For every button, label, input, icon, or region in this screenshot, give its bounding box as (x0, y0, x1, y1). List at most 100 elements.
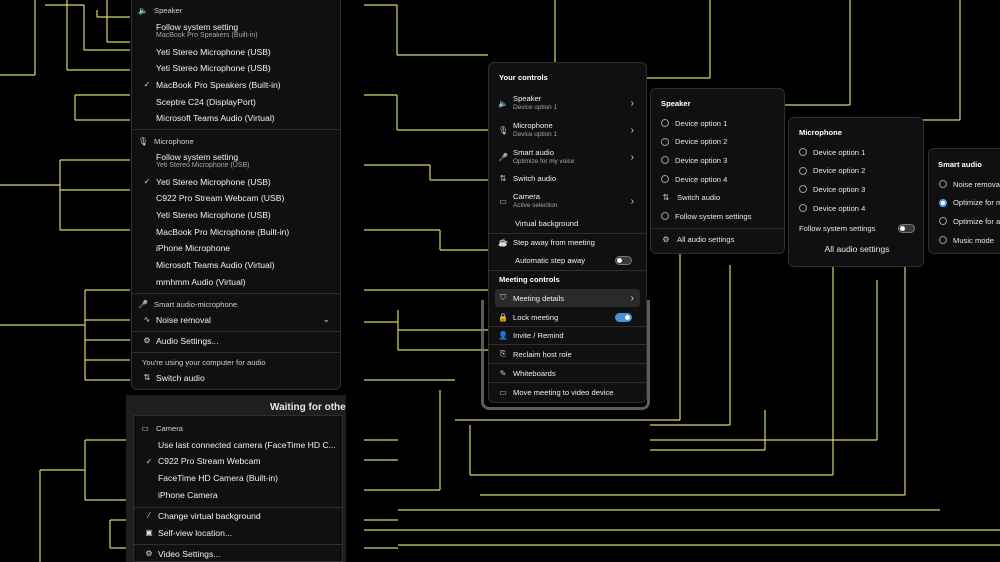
camera-device-item[interactable]: FaceTime HD Camera (Built-in) (134, 469, 342, 486)
chevron-right-icon: › (630, 195, 634, 207)
camera-label: Camera (513, 192, 541, 202)
microphone-section-header: 🎙 Microphone (138, 137, 194, 146)
radio-button (939, 236, 947, 245)
camera-device-item[interactable]: ✓ C922 Pro Stream Webcam (134, 453, 342, 470)
microphone-device-item[interactable]: C922 Pro Stream Webcam (USB) (132, 190, 340, 207)
video-settings-button[interactable]: ⚙ Video Settings... (134, 545, 342, 562)
camera-section-title: Camera (156, 424, 184, 433)
smart-audio-control[interactable]: 🎤 Smart audio Optimize for my voice › (495, 146, 640, 168)
automatic-step-away-row: Automatic step away (495, 251, 640, 269)
your-controls-heading: Your controls (499, 73, 548, 82)
radio-button (799, 204, 807, 213)
speaker-device-item[interactable]: Yeti Stereo Microphone (USB) (132, 60, 340, 77)
waiting-text: Waiting for othe (270, 402, 346, 413)
item-label: MacBook Pro Speakers (Built-in) (156, 79, 281, 90)
microphone-device-item[interactable]: mmhmm Audio (Virtual) (132, 273, 340, 290)
switch-audio-label: Switch audio (156, 372, 205, 383)
radio-button (661, 175, 669, 184)
audio-menu: 🔈 Speaker Follow system setting MacBook … (131, 0, 341, 390)
follow-system-toggle[interactable] (898, 223, 915, 233)
follow-system-option[interactable]: Follow system settings (657, 208, 780, 224)
item-label: mmhmm Audio (Virtual) (156, 276, 246, 287)
option-label: Device option 4 (813, 203, 866, 213)
camera-control[interactable]: ▭ Camera Active selection › (495, 190, 640, 212)
all-audio-settings-link[interactable]: ⚙ All audio settings (657, 231, 780, 247)
chevron-down-icon: ⌄ (322, 314, 330, 324)
speaker-device-item[interactable]: Sceptre C24 (DisplayPort) (132, 93, 340, 110)
camera-icon: ▭ (499, 196, 507, 206)
radio-option[interactable]: Device option 3 (657, 152, 780, 168)
radio-option[interactable]: Optimize for al (935, 213, 1000, 229)
microphone-device-item[interactable]: Yeti Stereo Microphone (USB) (132, 206, 340, 223)
radio-option[interactable]: Music mode (935, 232, 1000, 248)
radio-option[interactable]: Device option 3 (795, 181, 919, 197)
all-audio-settings-link[interactable]: All audio settings (795, 241, 919, 257)
item-label: iPhone Microphone (156, 243, 231, 254)
auto-step-away-toggle[interactable] (615, 255, 632, 265)
computer-audio-note: You're using your computer for audio (142, 358, 266, 367)
noise-removal-dropdown[interactable]: ∿ Noise removal ⌄ (132, 311, 340, 328)
option-label: Optimize for m (953, 198, 1000, 208)
self-view-icon: ▣ (145, 528, 153, 537)
speaker-control[interactable]: 🔈 Speaker Device option 1 › (495, 92, 640, 114)
whiteboards-control[interactable]: ✎ Whiteboards (495, 364, 640, 382)
switch-audio-icon: ⇅ (499, 173, 507, 183)
camera-icon: ▭ (141, 424, 149, 433)
speaker-device-item[interactable]: Microsoft Teams Audio (Virtual) (132, 110, 340, 127)
lock-meeting-row: 🔒 Lock meeting (495, 308, 640, 326)
item-label: C922 Pro Stream Webcam (158, 456, 261, 467)
radio-option[interactable]: Device option 2 (657, 134, 780, 150)
camera-device-item[interactable]: Use last connected camera (FaceTime HD C… (134, 436, 342, 453)
microphone-icon: 🎙 (498, 125, 509, 135)
virtual-background-control[interactable]: Virtual background (495, 214, 640, 232)
speaker-device-item[interactable]: ✓ MacBook Pro Speakers (Built-in) (132, 76, 340, 93)
radio-option[interactable]: Device option 1 (795, 144, 919, 160)
microphone-panel-title: Microphone (799, 128, 843, 137)
switch-audio-label: Switch audio (677, 192, 721, 202)
radio-option[interactable]: Optimize for m (935, 195, 1000, 211)
radio-button (939, 180, 947, 188)
invite-control[interactable]: 👤 Invite / Remind (495, 326, 640, 344)
step-away-control[interactable]: ☕ Step away from meeting (495, 233, 640, 251)
option-label: Device option 1 (813, 147, 866, 157)
checkmark-icon: ✓ (143, 177, 151, 186)
radio-option[interactable]: Device option 4 (795, 200, 919, 216)
camera-device-item[interactable]: iPhone Camera (134, 486, 342, 503)
radio-button (661, 212, 669, 220)
host-icon: ⎘ (499, 349, 507, 358)
radio-option[interactable]: Device option 1 (657, 115, 780, 131)
camera-menu: ▭ Camera Use last connected camera (Face… (133, 415, 343, 562)
meeting-details-control[interactable]: ⛉ Meeting details › (495, 289, 640, 307)
change-virtual-background-button[interactable]: ⁄ Change virtual background (134, 507, 342, 524)
lock-meeting-toggle[interactable] (615, 312, 632, 322)
microphone-device-item[interactable]: ✓ Yeti Stereo Microphone (USB) (132, 173, 340, 190)
switch-audio-option[interactable]: ⇅ Switch audio (657, 189, 780, 205)
microphone-device-item[interactable]: MacBook Pro Microphone (Built-in) (132, 223, 340, 240)
item-label: Yeti Stereo Microphone (USB) (156, 63, 271, 74)
option-label: Noise removal (953, 179, 1000, 189)
meeting-details-label: Meeting details (513, 293, 565, 303)
item-label: C922 Pro Stream Webcam (USB) (156, 193, 285, 204)
radio-option[interactable]: Device option 4 (657, 171, 780, 187)
radio-option[interactable]: Device option 2 (795, 163, 919, 179)
meeting-controls-heading: Meeting controls (499, 275, 560, 284)
microphone-device-item[interactable]: Microsoft Teams Audio (Virtual) (132, 257, 340, 274)
follow-system-label: Follow system settings (799, 223, 876, 233)
switch-audio-control[interactable]: ⇅ Switch audio (495, 169, 640, 187)
item-label: Sceptre C24 (DisplayPort) (156, 96, 256, 107)
chevron-right-icon: › (630, 124, 634, 136)
switch-audio-button[interactable]: ⇅ Switch audio (132, 369, 340, 386)
virtual-bg-label: Virtual background (515, 218, 579, 228)
microphone-device-item[interactable]: iPhone Microphone (132, 240, 340, 257)
gear-icon: ⚙ (145, 549, 153, 558)
option-label: Device option 3 (813, 184, 866, 194)
radio-option[interactable]: Noise removal (935, 176, 1000, 192)
self-view-location-button[interactable]: ▣ Self-view location... (134, 524, 342, 541)
speaker-icon: 🔈 (498, 98, 508, 108)
audio-settings-button[interactable]: ⚙ Audio Settings... (132, 332, 340, 349)
microphone-control[interactable]: 🎙 Microphone Device option 1 › (495, 119, 640, 141)
reclaim-host-control[interactable]: ⎘ Reclaim host role (495, 345, 640, 363)
move-meeting-control[interactable]: ▭ Move meeting to video device (495, 383, 640, 401)
option-label: Device option 3 (675, 155, 728, 165)
speaker-device-item[interactable]: Yeti Stereo Microphone (USB) (132, 43, 340, 60)
